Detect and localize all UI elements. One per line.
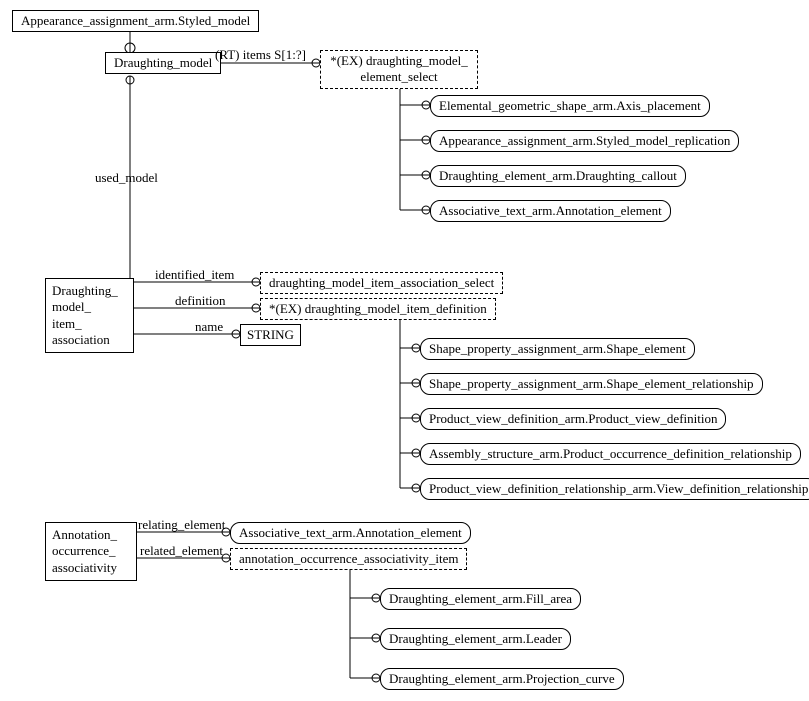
select-aoa-item: annotation_occurrence_associativity_item	[230, 548, 467, 570]
type-draughting-callout: Draughting_element_arm.Draughting_callou…	[430, 165, 686, 187]
type-view-definition-relationship: Product_view_definition_relationship_arm…	[420, 478, 809, 500]
entity-styled-model: Appearance_assignment_arm.Styled_model	[12, 10, 259, 32]
attr-identified-item-label: identified_item	[155, 267, 234, 283]
type-aoa-annotation-element: Associative_text_arm.Annotation_element	[230, 522, 471, 544]
type-projection-curve: Draughting_element_arm.Projection_curve	[380, 668, 624, 690]
type-shape-element: Shape_property_assignment_arm.Shape_elem…	[420, 338, 695, 360]
attr-relating-element-label: relating_element	[138, 517, 225, 533]
select-dmia-assoc: draughting_model_item_association_select	[260, 272, 503, 294]
type-product-view-definition: Product_view_definition_arm.Product_view…	[420, 408, 726, 430]
attr-definition-label: definition	[175, 293, 226, 309]
type-axis-placement: Elemental_geometric_shape_arm.Axis_place…	[430, 95, 710, 117]
type-styled-model-replication: Appearance_assignment_arm.Styled_model_r…	[430, 130, 739, 152]
type-fill-area: Draughting_element_arm.Fill_area	[380, 588, 581, 610]
entity-dmia: Draughting_ model_ item_ association	[45, 278, 134, 353]
attr-used-model-label: used_model	[95, 170, 158, 186]
type-shape-element-relationship: Shape_property_assignment_arm.Shape_elem…	[420, 373, 763, 395]
type-string: STRING	[240, 324, 301, 346]
entity-draughting-model: Draughting_model	[105, 52, 221, 74]
attr-name-label: name	[195, 319, 223, 335]
attr-items-label: (RT) items S[1:?]	[215, 47, 306, 63]
type-annotation-element: Associative_text_arm.Annotation_element	[430, 200, 671, 222]
attr-related-element-label: related_element	[140, 543, 223, 559]
entity-aoa: Annotation_ occurrence_ associativity	[45, 522, 137, 581]
type-product-occurrence-def-rel: Assembly_structure_arm.Product_occurrenc…	[420, 443, 801, 465]
select-dmia-def: *(EX) draughting_model_item_definition	[260, 298, 496, 320]
type-leader: Draughting_element_arm.Leader	[380, 628, 571, 650]
select-dm-element: *(EX) draughting_model_ element_select	[320, 50, 478, 89]
